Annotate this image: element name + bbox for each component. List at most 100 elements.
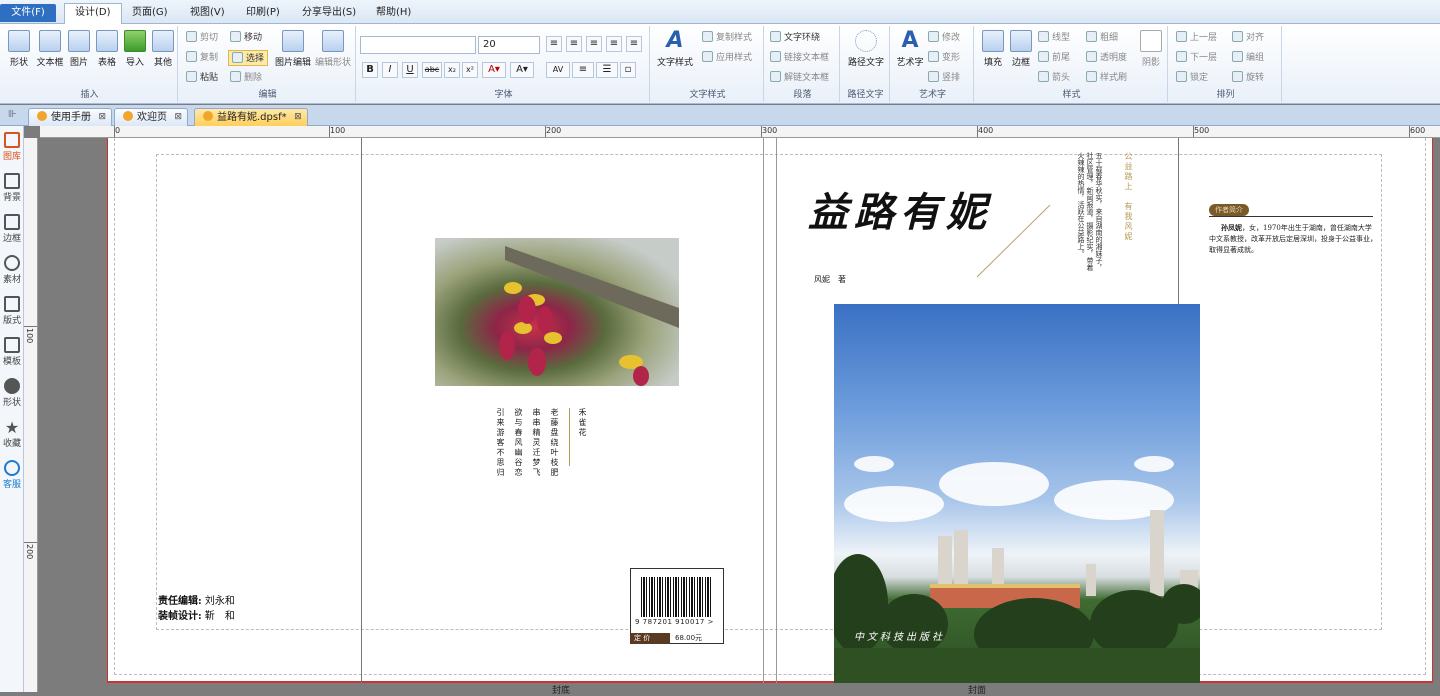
close-icon[interactable]: ⊠ bbox=[98, 109, 106, 126]
bring-forward-button[interactable]: 上一层 bbox=[1176, 30, 1217, 46]
font-size-up-icon[interactable]: A▾ bbox=[510, 62, 534, 78]
tab-user-manual[interactable]: 使用手册 ⊠ bbox=[28, 108, 112, 126]
panel-shape[interactable]: 形状 bbox=[0, 378, 24, 408]
paste-button[interactable]: 粘贴 bbox=[186, 70, 218, 86]
slogan-vertical-text[interactable]: 公益路上 有我风妮 bbox=[1124, 152, 1133, 270]
align-center-icon[interactable]: ≡ bbox=[566, 36, 582, 52]
image-edit-button[interactable]: 图片编辑 bbox=[275, 30, 311, 68]
lock-button[interactable]: 锁定 bbox=[1176, 70, 1208, 86]
front-cover-label: 封面 bbox=[968, 686, 987, 696]
modify-button[interactable]: 修改 bbox=[928, 30, 960, 46]
copy-button[interactable]: 复制 bbox=[186, 50, 218, 66]
text-wrap-button[interactable]: 文字环绕 bbox=[770, 30, 820, 46]
font-size-select[interactable]: 20 bbox=[478, 36, 540, 54]
tab-current-document[interactable]: 益路有妮.dpsf* ⊠ bbox=[194, 108, 308, 126]
shape-edit-button[interactable]: 编辑形状 bbox=[315, 30, 351, 68]
transform-button[interactable]: 变形 bbox=[928, 50, 960, 66]
arrow-icon bbox=[1038, 71, 1049, 82]
justify-icon[interactable]: ≡ bbox=[606, 36, 622, 52]
panel-background[interactable]: 背景 bbox=[0, 173, 24, 203]
text-box-fit-icon[interactable]: ▫ bbox=[620, 62, 636, 78]
subscript-icon[interactable]: x₂ bbox=[444, 62, 460, 78]
panel-toggle-icon[interactable]: ⊪ bbox=[8, 109, 17, 120]
delete-x-icon bbox=[230, 71, 241, 82]
credits-block[interactable]: 责任编辑: 刘永和 装帧设计: 靳 和 bbox=[158, 594, 235, 624]
select-button[interactable]: 选择 bbox=[228, 50, 269, 66]
rotate-button[interactable]: 旋转 bbox=[1232, 70, 1264, 86]
link-textbox-button[interactable]: 链接文本框 bbox=[770, 50, 829, 66]
ruler-tick bbox=[24, 542, 37, 543]
transparency-button[interactable]: 透明度 bbox=[1086, 50, 1127, 66]
lock-icon bbox=[1176, 71, 1187, 82]
art-text-button[interactable]: A 艺术字 bbox=[896, 30, 924, 69]
author-line[interactable]: 风妮 著 bbox=[814, 274, 846, 285]
tab-welcome[interactable]: 欢迎页 ⊠ bbox=[114, 108, 188, 126]
other-button[interactable]: 其他 bbox=[150, 30, 176, 68]
send-backward-button[interactable]: 下一层 bbox=[1176, 50, 1217, 66]
line-type-icon bbox=[1038, 31, 1049, 42]
underline-button[interactable]: U bbox=[402, 62, 418, 78]
bold-button[interactable]: B bbox=[362, 62, 378, 78]
move-button[interactable]: 移动 bbox=[230, 30, 262, 46]
path-text-button[interactable]: 路径文字 bbox=[848, 30, 884, 68]
send-backward-icon bbox=[1176, 51, 1187, 62]
close-icon[interactable]: ⊠ bbox=[174, 109, 182, 126]
italic-button[interactable]: I bbox=[382, 62, 398, 78]
panel-favorites[interactable]: ★ 收藏 bbox=[0, 419, 24, 449]
poem-block[interactable]: 老藤盘绕叶枝肥 串串精灵迁梦飞 欲与春风幽谷恋 引来游客不思归 禾雀花 bbox=[494, 408, 587, 498]
align-left-icon[interactable]: ≡ bbox=[546, 36, 562, 52]
strikethrough-button[interactable]: abc bbox=[422, 62, 442, 78]
style-brush-button[interactable]: 样式刷 bbox=[1086, 70, 1127, 86]
group-button[interactable]: 编组 bbox=[1232, 50, 1264, 66]
intro-vertical-text[interactable]: 五十载春华秋实，来自湖南的湘妹子，社区管理，新闻报道，摄影纪实，带着火辣辣的热情… bbox=[1076, 152, 1103, 274]
vertical-button[interactable]: 竖排 bbox=[928, 70, 960, 86]
book-cover-spread[interactable]: 老藤盘绕叶枝肥 串串精灵迁梦飞 欲与春风幽谷恋 引来游客不思归 禾雀花 责任编辑… bbox=[107, 138, 1433, 683]
menu-print[interactable]: 印刷(P) bbox=[236, 4, 290, 22]
panel-layout[interactable]: 版式 bbox=[0, 296, 24, 326]
delete-button[interactable]: 删除 bbox=[230, 70, 262, 86]
border-button[interactable]: 边框 bbox=[1008, 30, 1034, 68]
line-type-button[interactable]: 线型 bbox=[1038, 30, 1070, 46]
distribute-icon[interactable]: ≡ bbox=[626, 36, 642, 52]
text-style-button[interactable]: A 文字样式 bbox=[657, 30, 693, 69]
arrow-button[interactable]: 箭头 bbox=[1038, 70, 1070, 86]
group-insert: 形状 文本框 图片 表格 导入 其他 插入 bbox=[2, 26, 178, 102]
cityscape-illustration bbox=[834, 456, 1200, 683]
panel-template[interactable]: 模板 bbox=[0, 337, 24, 367]
menu-page[interactable]: 页面(G) bbox=[122, 4, 178, 22]
arrow-head-button[interactable]: 前尾 bbox=[1038, 50, 1070, 66]
cityscape-photo[interactable]: 中文科技出版社 bbox=[834, 304, 1200, 683]
panel-border[interactable]: 边框 bbox=[0, 214, 24, 244]
menu-share-export[interactable]: 分享导出(S) bbox=[292, 4, 366, 22]
ruler-label: 600 bbox=[1410, 126, 1426, 135]
superscript-icon[interactable]: x² bbox=[462, 62, 478, 78]
group-arrange: 上一层 对齐 下一层 编组 锁定 旋转 排列 bbox=[1170, 26, 1282, 102]
design-canvas[interactable]: 老藤盘绕叶枝肥 串串精灵迁梦飞 欲与春风幽谷恋 引来游客不思归 禾雀花 责任编辑… bbox=[38, 138, 1440, 696]
panel-customer-service[interactable]: 客服 bbox=[0, 460, 24, 490]
unlink-textbox-button[interactable]: 解链文本框 bbox=[770, 70, 829, 86]
close-icon[interactable]: ⊠ bbox=[294, 109, 302, 126]
menu-design[interactable]: 设计(D) bbox=[64, 3, 122, 24]
align-right-icon[interactable]: ≡ bbox=[586, 36, 602, 52]
author-bio[interactable]: 孙凤妮，女，1970年出生于湖南，曾任湖南大学中文系教授，改革开放后定居深圳，投… bbox=[1209, 222, 1377, 256]
menu-file[interactable]: 文件(F) bbox=[0, 4, 56, 22]
panel-material[interactable]: 素材 bbox=[0, 255, 24, 285]
line-weight-button[interactable]: 粗细 bbox=[1086, 30, 1118, 46]
isbn-barcode[interactable]: 9 787201 910017 > 定 价 68.00元 bbox=[630, 568, 724, 644]
flower-photo[interactable] bbox=[435, 238, 679, 386]
line-spacing-icon[interactable]: ≡ bbox=[572, 62, 594, 78]
cut-button[interactable]: 剪切 bbox=[186, 30, 218, 46]
menu-view[interactable]: 视图(V) bbox=[180, 4, 235, 22]
apply-style-button[interactable]: 应用样式 bbox=[702, 50, 752, 66]
copy-style-button[interactable]: 复制样式 bbox=[702, 30, 752, 46]
shadow-button[interactable]: 阴影 bbox=[1138, 30, 1164, 68]
book-title[interactable]: 益路有妮 bbox=[808, 180, 992, 238]
font-family-select[interactable] bbox=[360, 36, 476, 54]
panel-gallery[interactable]: 图库 bbox=[0, 132, 24, 162]
align-button[interactable]: 对齐 bbox=[1232, 30, 1264, 46]
list-icon[interactable]: ☰ bbox=[596, 62, 618, 78]
font-color-icon[interactable]: A▾ bbox=[482, 62, 506, 78]
menu-help[interactable]: 帮助(H) bbox=[366, 4, 421, 22]
background-icon bbox=[4, 173, 20, 189]
char-spacing-icon[interactable]: AV bbox=[546, 62, 570, 78]
